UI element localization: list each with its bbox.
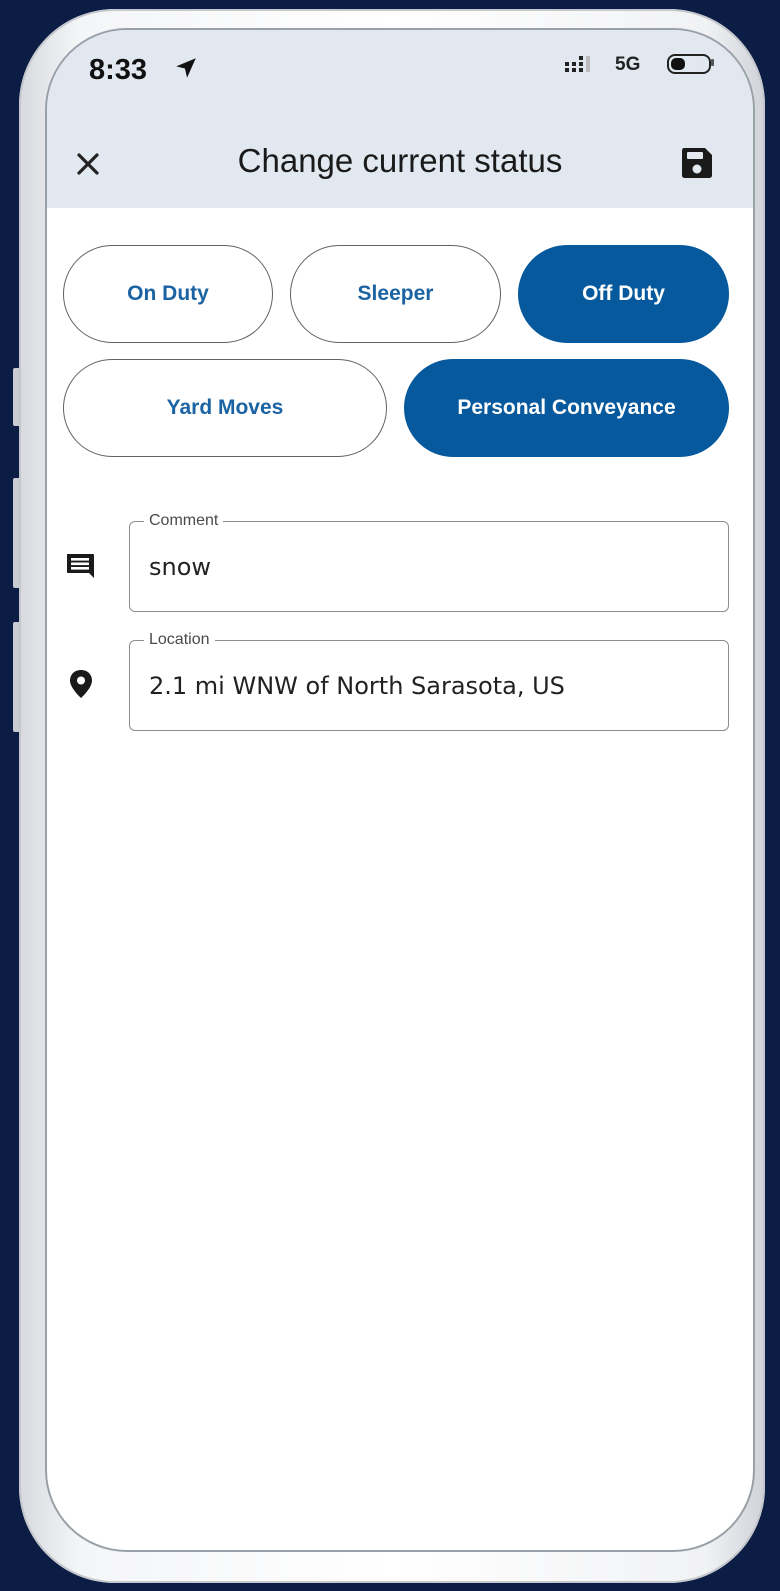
app-screen: 8:33 5G Change current status On Duty Sl… xyxy=(47,30,753,1550)
sleeper-button[interactable]: Sleeper xyxy=(290,245,501,343)
save-icon[interactable] xyxy=(677,143,717,183)
signal-icon xyxy=(565,56,590,72)
comment-label: Comment xyxy=(144,511,224,531)
close-icon[interactable] xyxy=(67,143,109,185)
battery-icon xyxy=(667,54,711,74)
location-field[interactable]: Location 2.1 mi WNW of North Sarasota, U… xyxy=(129,630,729,731)
top-app-bar: 8:33 5G Change current status xyxy=(47,30,753,208)
location-value: 2.1 mi WNW of North Sarasota, US xyxy=(149,672,565,700)
comment-icon xyxy=(67,554,94,578)
comment-field[interactable]: Comment snow xyxy=(129,511,729,612)
location-arrow-icon xyxy=(176,58,196,78)
battery-tip xyxy=(711,59,714,66)
personal-conveyance-button[interactable]: Personal Conveyance xyxy=(404,359,729,457)
network-type: 5G xyxy=(615,54,641,75)
status-time: 8:33 xyxy=(89,54,148,86)
comment-value: snow xyxy=(149,553,212,581)
on-duty-button[interactable]: On Duty xyxy=(63,245,273,343)
page-title: Change current status xyxy=(237,142,563,179)
location-label: Location xyxy=(144,630,215,650)
yard-moves-button[interactable]: Yard Moves xyxy=(63,359,387,457)
off-duty-button[interactable]: Off Duty xyxy=(518,245,729,343)
location-pin-icon xyxy=(70,670,92,698)
